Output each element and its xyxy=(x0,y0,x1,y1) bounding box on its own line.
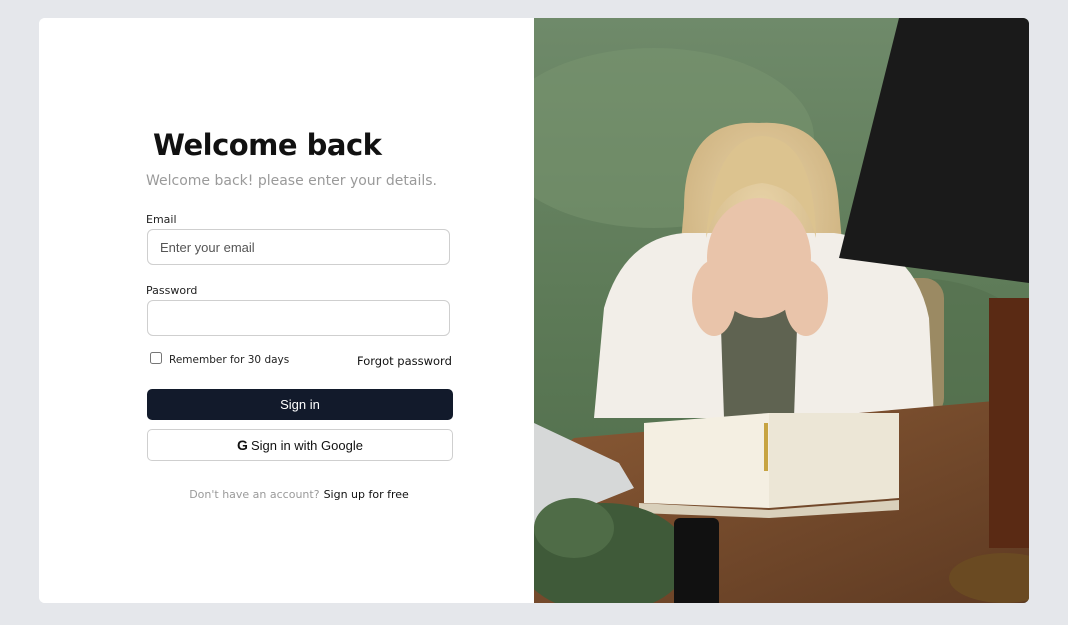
remember-label: Remember for 30 days xyxy=(169,354,290,366)
email-label: Email xyxy=(146,213,177,226)
reading-girl-image xyxy=(534,18,1029,603)
login-card: Welcome back Welcome back! please enter … xyxy=(39,18,1029,603)
hero-photo xyxy=(534,18,1029,603)
google-sign-in-button[interactable]: G Sign in with Google xyxy=(147,429,453,461)
signup-row: Don't have an account? Sign up for free xyxy=(39,488,559,501)
email-field[interactable] xyxy=(147,229,450,265)
password-label: Password xyxy=(146,284,198,297)
login-form-panel: Welcome back Welcome back! please enter … xyxy=(39,18,534,603)
signup-prompt: Don't have an account? xyxy=(189,488,320,501)
google-sign-in-label: Sign in with Google xyxy=(250,437,363,453)
sign-in-button[interactable]: Sign in xyxy=(147,389,453,420)
signup-link[interactable]: Sign up for free xyxy=(324,488,409,501)
page-title: Welcome back xyxy=(153,128,382,162)
page-subtitle: Welcome back! please enter your details. xyxy=(146,173,437,189)
forgot-password-link[interactable]: Forgot password xyxy=(357,354,452,368)
google-icon: G xyxy=(237,437,248,453)
remember-me[interactable]: Remember for 30 days xyxy=(150,352,290,366)
remember-checkbox[interactable] xyxy=(150,352,162,364)
password-field[interactable] xyxy=(147,300,450,336)
